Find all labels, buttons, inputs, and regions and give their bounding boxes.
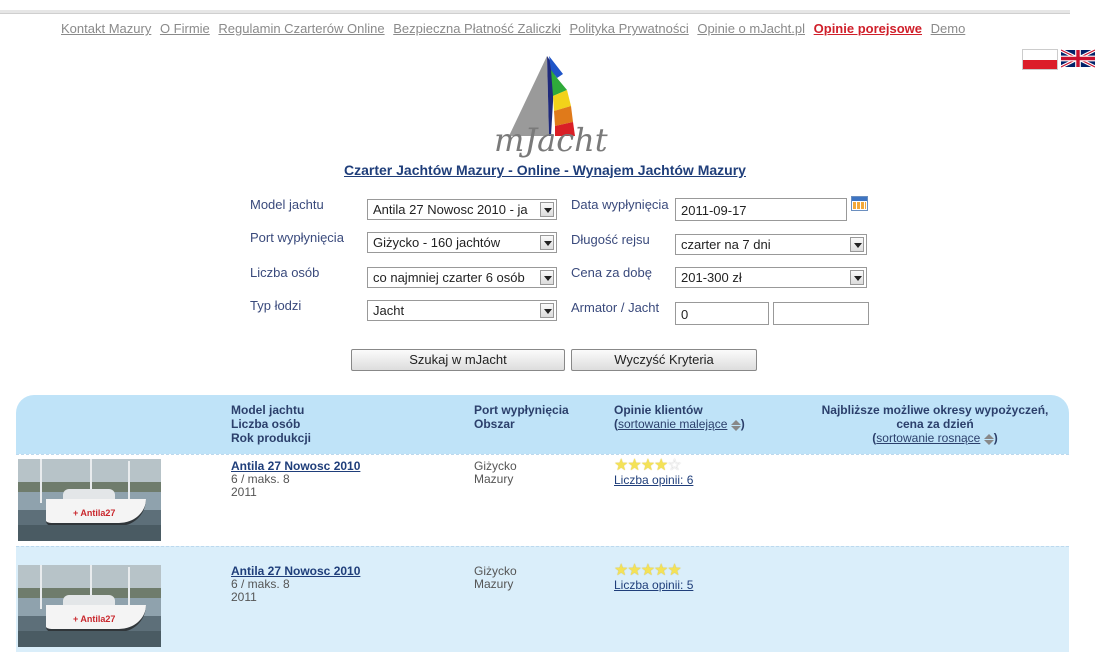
star-filled-icon: ★ — [667, 562, 681, 579]
calendar-icon[interactable] — [851, 196, 868, 211]
header-area: Obszar — [474, 417, 515, 431]
length-label: Długość rejsu — [571, 232, 650, 247]
sort-desc-link[interactable]: sortowanie malejące — [618, 417, 727, 431]
date-label: Data wypłynięcia — [571, 197, 669, 212]
row-reviews-cell: ★★★★★ Liczba opinii: 5 — [614, 563, 693, 592]
persons-select[interactable]: co najmniej czarter 6 osób — [367, 267, 557, 288]
header-model: Model jachtu — [231, 403, 305, 417]
top-divider — [0, 10, 1070, 14]
nav-link-regulamin[interactable]: Regulamin Czarterów Online — [218, 21, 384, 36]
header-year: Rok produkcji — [231, 431, 312, 445]
model-select[interactable]: Antila 27 Nowosc 2010 - ja — [367, 199, 557, 220]
persons-select-value: co najmniej czarter 6 osób — [373, 270, 525, 285]
photo-hull-label: + Antila27 — [73, 508, 116, 518]
chevron-down-icon — [540, 270, 554, 285]
owner-label: Armator / Jacht — [571, 300, 660, 315]
port-select[interactable]: Giżycko - 160 jachtów — [367, 232, 557, 253]
chevron-down-icon — [540, 202, 554, 217]
rating-stars: ★★★★★ — [614, 563, 693, 579]
sort-icon[interactable] — [983, 433, 994, 445]
polish-flag-icon[interactable] — [1022, 49, 1058, 70]
nav-link-kontakt[interactable]: Kontakt Mazury — [61, 21, 151, 36]
paren-close: ) — [740, 417, 745, 431]
search-button[interactable]: Szukaj w mJacht — [351, 349, 565, 371]
header-model-column: Model jachtu Liczba osób Rok produkcji — [231, 403, 311, 445]
yacht-model-link[interactable]: Antila 27 Nowosc 2010 — [231, 564, 360, 578]
header-periods-column: Najbliższe możliwe okresy wypożyczeń, ce… — [810, 403, 1060, 445]
star-filled-icon: ★ — [640, 562, 655, 579]
persons-label: Liczba osób — [250, 265, 320, 280]
yacht-photo[interactable]: + Antila27 — [18, 565, 161, 647]
port-select-value: Giżycko - 160 jachtów — [373, 235, 501, 250]
table-row: + Antila27 — [16, 454, 1069, 546]
price-select-value: 201-300 zł — [681, 270, 742, 285]
row-model-cell: Antila 27 Nowosc 2010 6 / maks. 8 2011 — [231, 565, 360, 604]
chevron-down-icon — [540, 235, 554, 250]
row-port-cell: Giżycko Mazury — [474, 565, 517, 591]
date-input[interactable]: 2011-09-17 — [675, 198, 847, 221]
star-filled-icon: ★ — [614, 457, 628, 474]
model-select-value: Antila 27 Nowosc 2010 - ja — [373, 202, 528, 217]
row-reviews-cell: ★★★★☆ Liczba opinii: 6 — [614, 458, 693, 487]
header-periods: Najbliższe możliwe okresy wypożyczeń, — [821, 403, 1049, 417]
nav-link-o-firmie[interactable]: O Firmie — [160, 21, 210, 36]
header-port-column: Port wypłynięcia Obszar — [474, 403, 569, 431]
port-label: Port wypłynięcia — [250, 230, 344, 245]
rating-stars: ★★★★☆ — [614, 458, 693, 474]
uk-flag-icon[interactable] — [1061, 49, 1095, 68]
yacht-photo[interactable]: + Antila27 — [18, 459, 161, 541]
header-port: Port wypłynięcia — [474, 403, 569, 417]
price-select[interactable]: 201-300 zł — [675, 267, 867, 288]
boat-type-label: Typ łodzi — [250, 298, 302, 313]
nav-link-polityka[interactable]: Polityka Prywatności — [570, 21, 689, 36]
sort-icon[interactable] — [730, 419, 741, 431]
length-select[interactable]: czarter na 7 dni — [675, 234, 867, 255]
yacht-year: 2011 — [231, 590, 257, 604]
yacht-area: Mazury — [474, 577, 514, 591]
star-filled-icon: ★ — [627, 562, 641, 579]
chevron-down-icon — [850, 270, 864, 285]
clear-criteria-button[interactable]: Wyczyść Kryteria — [571, 349, 757, 371]
header-price-per-day: cena za dzień — [896, 417, 974, 431]
star-filled-icon: ★ — [640, 457, 655, 474]
page-title[interactable]: Czarter Jachtów Mazury - Online - Wynaje… — [344, 162, 774, 178]
nav-link-opinie-porejsowe[interactable]: Opinie porejsowe — [814, 21, 922, 36]
reviews-count-link[interactable]: Liczba opinii: 6 — [614, 473, 693, 487]
header-reviews: Opinie klientów — [614, 403, 703, 417]
reviews-count-link[interactable]: Liczba opinii: 5 — [614, 578, 693, 592]
star-empty-icon: ☆ — [667, 457, 681, 474]
nav-link-opinie-mjacht[interactable]: Opinie o mJacht.pl — [697, 21, 805, 36]
model-label: Model jachtu — [250, 197, 324, 212]
photo-hull-label: + Antila27 — [73, 614, 116, 624]
yacht-input[interactable] — [773, 302, 869, 325]
sort-asc-link[interactable]: sortowanie rosnące — [876, 431, 980, 445]
table-row: + Antila27 — [16, 546, 1069, 652]
header-reviews-column: Opinie klientów (sortowanie malejące ) — [614, 403, 745, 431]
star-filled-icon: ★ — [627, 457, 641, 474]
nav-link-platnosc[interactable]: Bezpieczna Płatność Zaliczki — [393, 21, 561, 36]
yacht-model-link[interactable]: Antila 27 Nowosc 2010 — [231, 459, 360, 473]
length-select-value: czarter na 7 dni — [681, 237, 771, 252]
boat-type-select[interactable]: Jacht — [367, 300, 557, 321]
boat-type-select-value: Jacht — [373, 303, 405, 318]
chevron-down-icon — [850, 237, 864, 252]
paren-close: ) — [993, 431, 998, 445]
star-filled-icon: ★ — [654, 562, 668, 579]
row-port-cell: Giżycko Mazury — [474, 460, 517, 486]
yacht-year: 2011 — [231, 485, 257, 499]
yacht-area: Mazury — [474, 472, 514, 486]
row-model-cell: Antila 27 Nowosc 2010 6 / maks. 8 2011 — [231, 460, 360, 499]
mjacht-logo[interactable]: mJacht — [491, 48, 651, 158]
price-label: Cena za dobę — [571, 265, 652, 280]
header-persons: Liczba osób — [231, 417, 301, 431]
nav-link-demo[interactable]: Demo — [931, 21, 966, 36]
star-filled-icon: ★ — [654, 457, 668, 474]
logo-text: mJacht — [494, 121, 608, 158]
star-filled-icon: ★ — [614, 562, 628, 579]
chevron-down-icon — [540, 303, 554, 318]
top-navigation: Kontakt Mazury O Firmie Regulamin Czarte… — [61, 21, 970, 36]
owner-input[interactable]: 0 — [675, 302, 769, 325]
